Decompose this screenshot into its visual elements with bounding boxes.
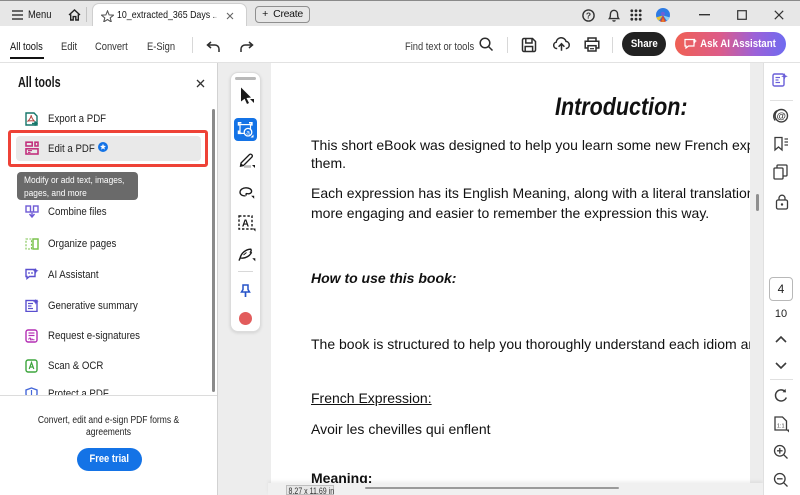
svg-text:A: A — [241, 218, 248, 229]
svg-text:a: a — [246, 129, 250, 136]
svg-text:1:1: 1:1 — [777, 424, 785, 430]
svg-text:?: ? — [586, 11, 591, 21]
svg-text:@: @ — [777, 111, 786, 122]
